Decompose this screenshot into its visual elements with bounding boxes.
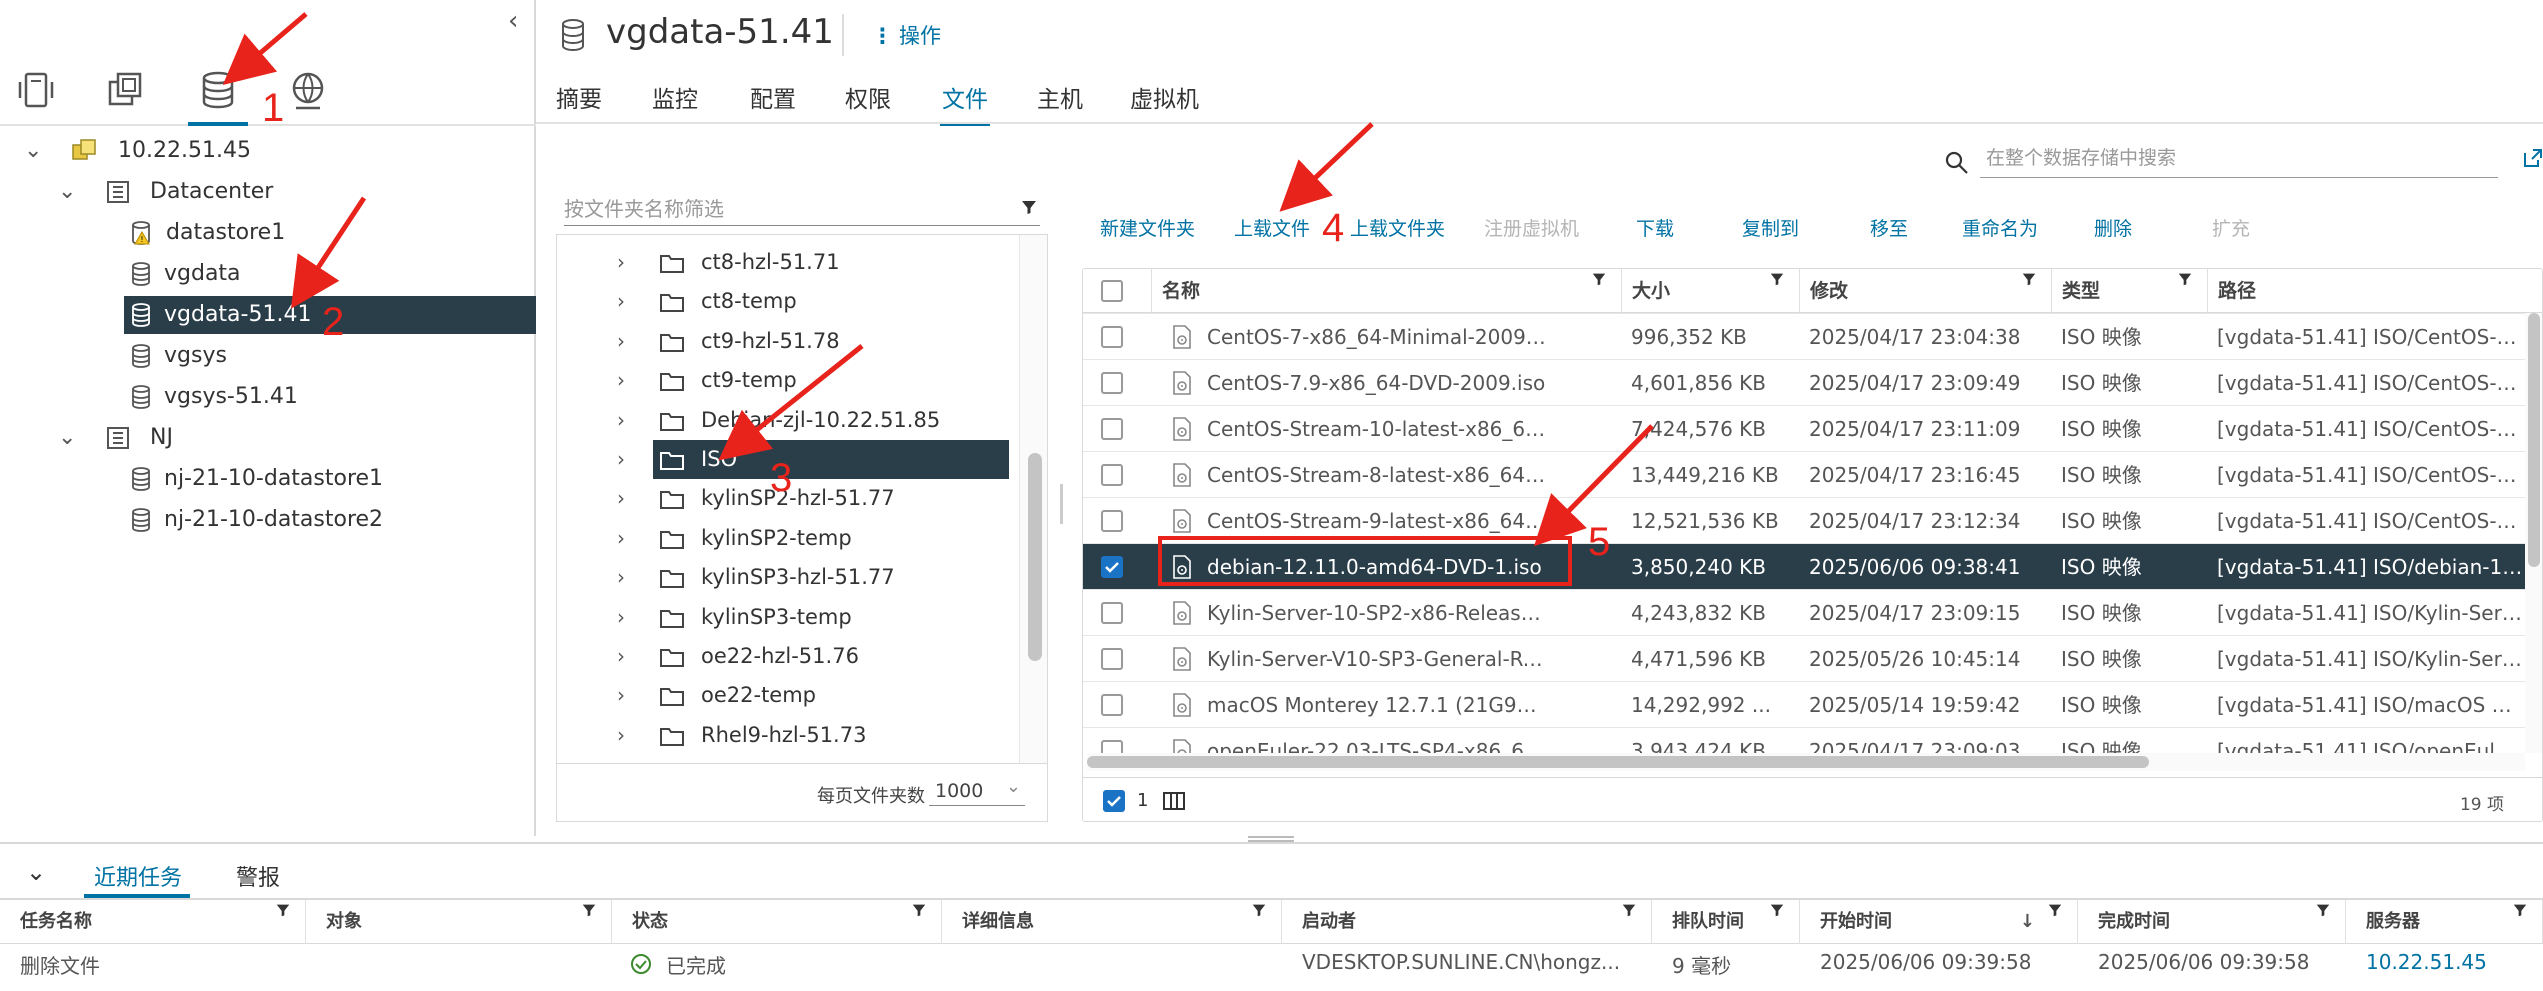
arrow-1 xyxy=(222,12,308,85)
highlight-box xyxy=(1158,536,1572,586)
marker-1: 1 xyxy=(262,86,285,130)
marker-3: 3 xyxy=(770,456,793,500)
arrow-4 xyxy=(1279,122,1374,212)
marker-2: 2 xyxy=(322,300,345,344)
arrow-5 xyxy=(1533,424,1654,547)
marker-4: 4 xyxy=(1322,206,1345,250)
marker-5: 5 xyxy=(1588,520,1611,564)
arrow-2 xyxy=(290,196,367,309)
arrow-3 xyxy=(718,344,864,461)
annotation-arrows xyxy=(222,12,1654,586)
